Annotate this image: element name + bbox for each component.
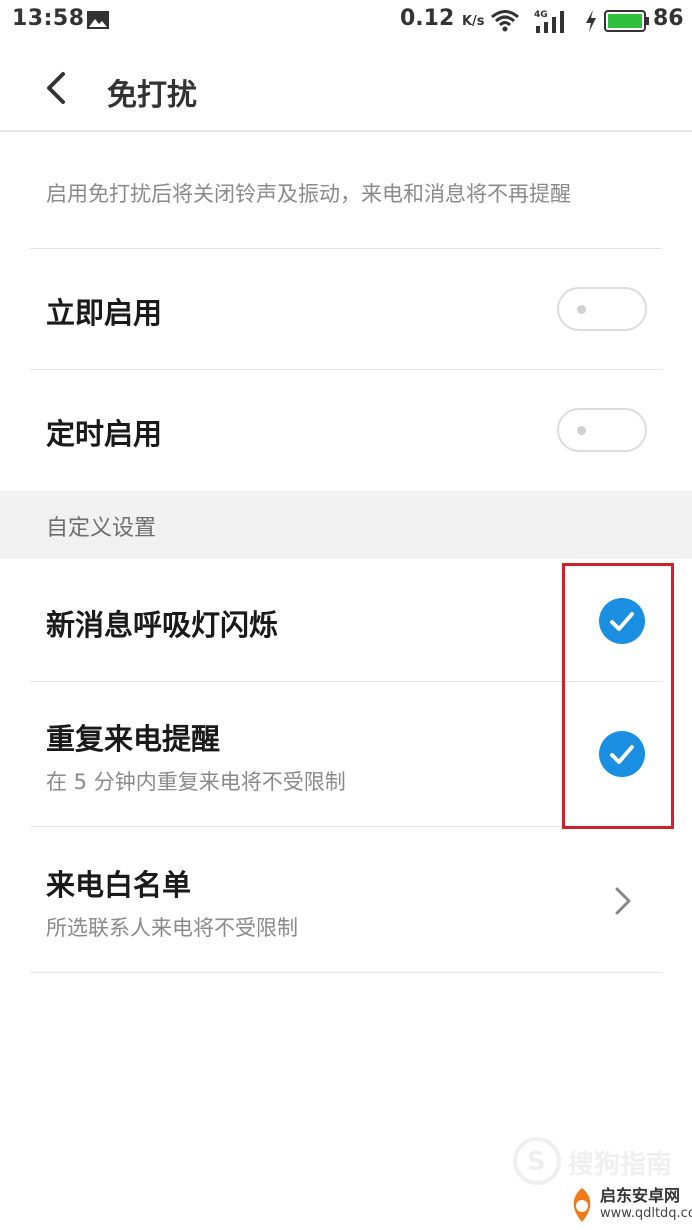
sogou-watermark-text: 搜狗指南 bbox=[568, 1150, 673, 1180]
section-title: 自定义设置 bbox=[46, 516, 157, 541]
setting-label-whitelist: 来电白名单 bbox=[46, 868, 192, 902]
divider bbox=[30, 248, 662, 249]
site-watermark-name: 启东安卓网 bbox=[600, 1186, 681, 1205]
setting-label-repeat-call: 重复来电提醒 bbox=[46, 722, 221, 756]
setting-sub-repeat-call: 在 5 分钟内重复来电将不受限制 bbox=[46, 770, 346, 794]
setting-label-enable-now: 立即启用 bbox=[46, 296, 163, 330]
toggle-knob bbox=[577, 426, 586, 435]
site-logo-icon bbox=[573, 1188, 591, 1222]
scheduled-toggle[interactable] bbox=[557, 408, 647, 452]
toggle-knob bbox=[577, 305, 586, 314]
image-icon bbox=[87, 11, 109, 29]
network-speed: 0.12 K/s bbox=[400, 6, 485, 31]
battery-icon bbox=[604, 10, 649, 32]
network-speed-unit: K/s bbox=[461, 14, 485, 29]
svg-text:S: S bbox=[527, 1147, 546, 1177]
site-watermark: 启东安卓网 www.qdltdq.com bbox=[566, 1182, 692, 1230]
setting-label-scheduled: 定时启用 bbox=[46, 417, 163, 451]
enable-now-toggle[interactable] bbox=[557, 287, 647, 331]
setting-sub-whitelist: 所选联系人来电将不受限制 bbox=[46, 916, 298, 940]
chevron-right-icon[interactable] bbox=[610, 884, 636, 918]
status-bar: 13:58 0.12 K/s 4G 86 bbox=[0, 0, 692, 44]
app-header: 免打扰 bbox=[0, 44, 692, 132]
section-header: 自定义设置 bbox=[0, 491, 692, 559]
site-watermark-url: www.qdltdq.com bbox=[600, 1206, 692, 1221]
divider bbox=[30, 972, 662, 973]
divider bbox=[30, 369, 662, 370]
sogou-watermark: S 搜狗指南 bbox=[512, 1136, 672, 1188]
status-time: 13:58 bbox=[12, 6, 85, 31]
annotation-highlight-box bbox=[562, 563, 674, 829]
dnd-description: 启用免打扰后将关闭铃声及振动，来电和消息将不再提醒 bbox=[46, 182, 571, 206]
signal-icon: 4G bbox=[534, 10, 564, 33]
wifi-icon bbox=[491, 10, 519, 32]
page-title: 免打扰 bbox=[107, 78, 197, 113]
battery-level: 86 bbox=[653, 6, 684, 31]
chevron-left-icon[interactable] bbox=[36, 68, 76, 108]
network-speed-value: 0.12 bbox=[400, 6, 455, 31]
charging-icon bbox=[586, 10, 596, 32]
setting-label-breathing-light: 新消息呼吸灯闪烁 bbox=[46, 608, 279, 642]
sogou-logo-icon: S bbox=[513, 1137, 561, 1185]
network-type: 4G bbox=[534, 10, 548, 20]
